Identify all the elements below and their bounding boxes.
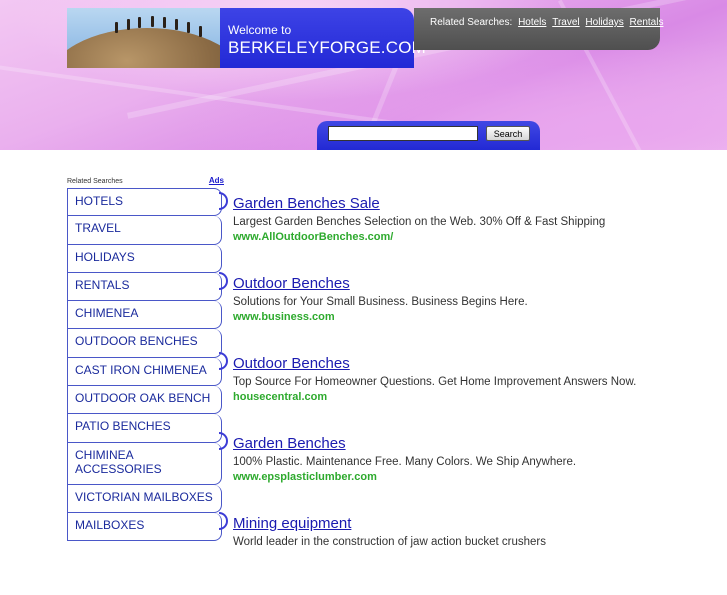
result-item: Garden Benches Sale Largest Garden Bench…: [219, 192, 727, 275]
sidebar-item-victorian-mailboxes[interactable]: VICTORIAN MAILBOXES: [67, 484, 222, 513]
result-url-link[interactable]: housecentral.com: [233, 390, 727, 405]
related-link-holidays[interactable]: Holidays: [585, 17, 623, 28]
sidebar-item-outdoor-benches[interactable]: OUTDOOR BENCHES: [67, 329, 222, 358]
results-list: Garden Benches Sale Largest Garden Bench…: [219, 192, 727, 595]
sidebar-item-patio-benches[interactable]: PATIO BENCHES: [67, 414, 222, 443]
ads-link[interactable]: Ads: [209, 176, 224, 185]
photo-figure: [187, 22, 190, 33]
related-link-travel[interactable]: Travel: [552, 17, 579, 28]
search-button[interactable]: Search: [486, 126, 530, 141]
photo-figure: [115, 22, 118, 33]
result-item: Garden Benches 100% Plastic. Maintenance…: [219, 432, 727, 515]
sidebar: Related Searches Ads HOTELS TRAVEL HOLID…: [67, 176, 224, 542]
related-link-rentals[interactable]: Rentals: [630, 17, 664, 28]
result-url-link[interactable]: www.business.com: [233, 310, 727, 325]
photo-figure: [199, 26, 202, 37]
search-box: Search: [317, 121, 540, 150]
photo-figure: [175, 19, 178, 30]
result-item: Outdoor Benches Solutions for Your Small…: [219, 272, 727, 355]
result-title-link[interactable]: Garden Benches Sale: [233, 195, 727, 213]
result-title-link[interactable]: Garden Benches: [233, 435, 727, 453]
sidebar-item-rentals[interactable]: RENTALS: [67, 272, 222, 302]
result-description: Solutions for Your Small Business. Busin…: [233, 296, 528, 308]
sidebar-list: HOTELS TRAVEL HOLIDAYS RENTALS CHIMENEA …: [67, 188, 224, 542]
result-description: 100% Plastic. Maintenance Free. Many Col…: [233, 456, 577, 468]
sidebar-item-holidays[interactable]: HOLIDAYS: [67, 244, 222, 273]
sidebar-header: Related Searches Ads: [67, 176, 224, 188]
result-description: Top Source For Homeowner Questions. Get …: [233, 376, 637, 388]
sidebar-item-chiminea-accessories[interactable]: CHIMINEA ACCESSORIES: [67, 442, 222, 485]
result-item: Mining equipment World leader in the con…: [219, 512, 727, 595]
result-title-link[interactable]: Mining equipment: [233, 515, 727, 533]
photo-figure: [163, 17, 166, 28]
sidebar-item-cast-iron-chimenea[interactable]: CAST IRON CHIMENEA: [67, 357, 222, 387]
related-link-hotels[interactable]: Hotels: [518, 17, 546, 28]
header-banner: Welcome to BERKELEYFORGE.COM Related Sea…: [0, 0, 727, 150]
bullet-icon: [219, 192, 228, 210]
related-label: Related Searches:: [430, 17, 513, 28]
bullet-icon: [219, 432, 228, 450]
photo-figure: [127, 19, 130, 30]
welcome-text: Welcome to: [228, 23, 292, 37]
result-title-link[interactable]: Outdoor Benches: [233, 355, 727, 373]
sidebar-item-hotels[interactable]: HOTELS: [67, 188, 222, 217]
result-url-link[interactable]: www.AllOutdoorBenches.com/: [233, 230, 727, 245]
result-title-link[interactable]: Outdoor Benches: [233, 275, 727, 293]
bullet-icon: [219, 272, 228, 290]
sidebar-item-travel[interactable]: TRAVEL: [67, 216, 222, 245]
bullet-icon: [219, 512, 228, 530]
result-description: World leader in the construction of jaw …: [233, 536, 546, 548]
site-title: BERKELEYFORGE.COM: [228, 38, 426, 57]
header-photo: [67, 8, 220, 68]
welcome-box: Welcome to BERKELEYFORGE.COM: [220, 8, 426, 68]
sidebar-item-chimenea[interactable]: CHIMENEA: [67, 301, 222, 330]
photo-figure: [138, 17, 141, 28]
bullet-icon: [219, 352, 228, 370]
sidebar-item-mailboxes[interactable]: MAILBOXES: [67, 512, 222, 542]
search-input[interactable]: [328, 126, 478, 141]
sidebar-heading: Related Searches: [67, 178, 123, 185]
result-url-link[interactable]: www.epsplasticlumber.com: [233, 470, 727, 485]
result-description: Largest Garden Benches Selection on the …: [233, 216, 606, 228]
sidebar-item-outdoor-oak-bench[interactable]: OUTDOOR OAK BENCH: [67, 386, 222, 415]
photo-figure: [151, 16, 154, 27]
photo-hill: [67, 28, 220, 68]
result-item: Outdoor Benches Top Source For Homeowner…: [219, 352, 727, 435]
top-related-searches: Related Searches: Hotels Travel Holidays…: [414, 8, 663, 50]
